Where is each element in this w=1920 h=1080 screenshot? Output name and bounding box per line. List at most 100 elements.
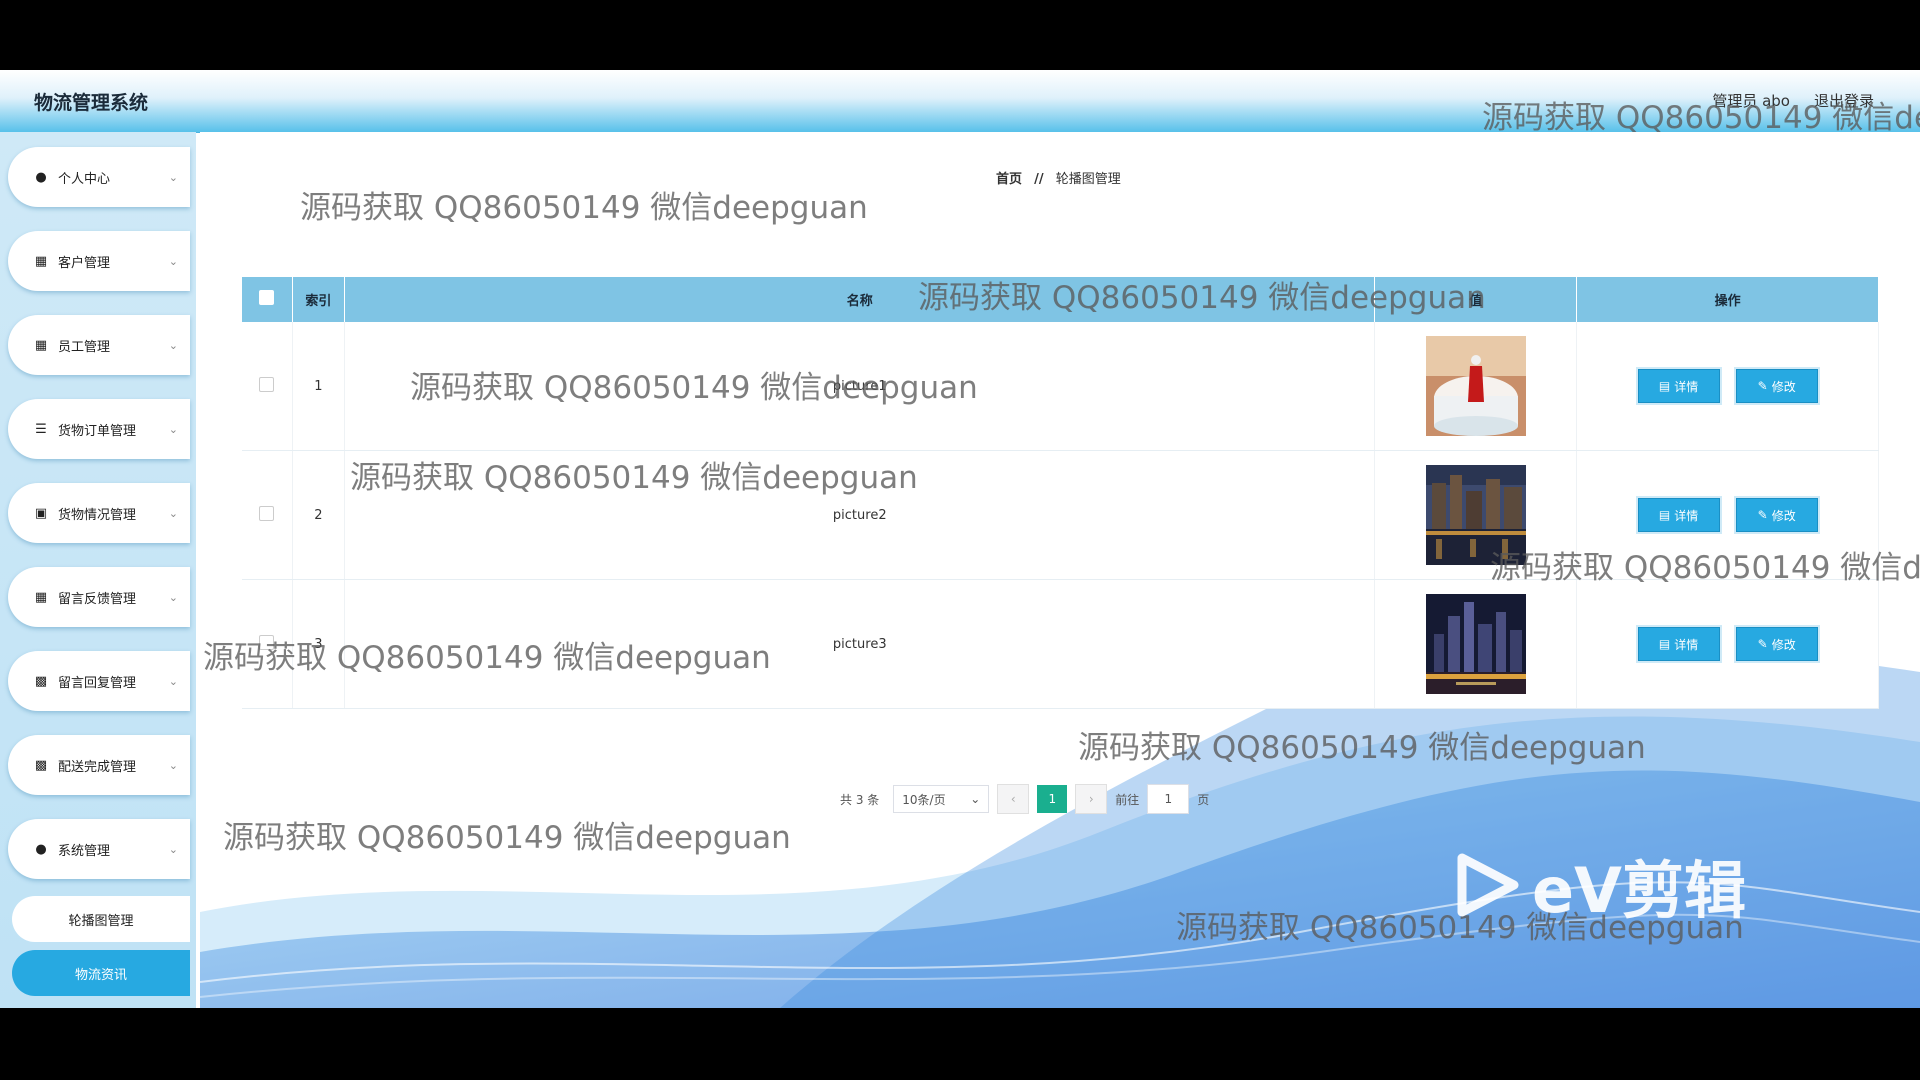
- sidebar-subitem-logistics-news[interactable]: 物流资讯: [12, 950, 190, 996]
- column-header-name: 名称: [344, 277, 1376, 322]
- row-index: 3: [292, 579, 346, 709]
- edit-button[interactable]: ✎ 修改: [1735, 498, 1818, 532]
- breadcrumb-home[interactable]: 首页: [996, 172, 1022, 187]
- edit-button[interactable]: ✎ 修改: [1735, 627, 1818, 661]
- sidebar-item-label: 货物订单管理: [58, 423, 137, 439]
- detail-button-label: 详情: [1674, 379, 1699, 394]
- detail-button-label: 详情: [1674, 508, 1699, 523]
- chevron-down-icon: ⌄: [970, 792, 981, 806]
- row-name: picture1: [344, 322, 1376, 451]
- sidebar-item-label: 配送完成管理: [58, 759, 137, 775]
- grid-icon: ▦: [34, 337, 48, 353]
- edit-button[interactable]: ✎ 修改: [1735, 369, 1818, 403]
- column-header-index: 索引: [292, 277, 346, 322]
- list-icon: ☰: [35, 421, 47, 437]
- chevron-down-icon: ⌄: [168, 254, 178, 268]
- row-actions: ▤ 详情 ✎ 修改: [1576, 579, 1879, 709]
- chevron-down-icon: ⌄: [168, 590, 178, 604]
- next-page-button[interactable]: ›: [1075, 784, 1108, 814]
- row-actions: ▤ 详情 ✎ 修改: [1576, 450, 1879, 580]
- pencil-icon: ✎: [1757, 637, 1768, 651]
- select-all-checkbox[interactable]: [259, 290, 275, 305]
- sidebar-item-label: 系统管理: [58, 843, 111, 859]
- sidebar: ● 个人中心 ⌄ ▦ 客户管理 ⌄ ▦ 员工管理 ⌄ ☰ 货物订单管理 ⌄ ▣ …: [0, 132, 196, 1008]
- clipboard-icon: ▩: [34, 757, 48, 773]
- sidebar-item-system[interactable]: ● 系统管理 ⌄: [8, 819, 190, 879]
- detail-button[interactable]: ▤ 详情: [1637, 498, 1720, 532]
- ev-editor-logo-text: eV剪辑: [1532, 854, 1747, 927]
- briefcase-icon: ▣: [34, 505, 48, 521]
- row-select-cell: [242, 579, 293, 709]
- logout-link[interactable]: 退出登录: [1814, 90, 1874, 111]
- page-size-value: 10条/页: [902, 792, 946, 807]
- page-number-current[interactable]: 1: [1037, 785, 1068, 813]
- user-label: 管理员 abo: [1712, 92, 1790, 110]
- table-row: 1 picture1 ▤ 详情 ✎ 修改: [242, 322, 1879, 451]
- user-info: 管理员 abo 退出登录: [1712, 90, 1874, 111]
- document-icon: ▤: [1658, 637, 1671, 651]
- app-title: 物流管理系统: [34, 92, 149, 114]
- pagination: 共 3 条 10条/页 ⌄ ‹ 1 › 前往 1 页: [840, 784, 1209, 814]
- prev-page-button[interactable]: ‹: [997, 784, 1030, 814]
- user-icon: ●: [35, 841, 47, 857]
- page-size-select[interactable]: 10条/页 ⌄: [893, 785, 990, 813]
- grid-icon: ▦: [34, 253, 48, 269]
- breadcrumb-separator: //: [1034, 172, 1044, 187]
- page-suffix: 页: [1197, 792, 1210, 807]
- row-actions: ▤ 详情 ✎ 修改: [1576, 322, 1879, 451]
- sidebar-item-label: 留言反馈管理: [58, 591, 137, 607]
- table-header-row: 索引 名称 值 操作: [242, 277, 1879, 322]
- detail-button-label: 详情: [1674, 637, 1699, 652]
- top-header: 物流管理系统 管理员 abo 退出登录: [0, 70, 1920, 133]
- ev-editor-logo: eV剪辑: [1452, 840, 1746, 930]
- sidebar-subitem-carousel[interactable]: 轮播图管理: [12, 896, 190, 942]
- sidebar-item-label: 货物情况管理: [58, 507, 137, 523]
- sidebar-item-goods-status[interactable]: ▣ 货物情况管理 ⌄: [8, 483, 190, 543]
- row-checkbox[interactable]: [259, 376, 275, 392]
- sidebar-item-delivery[interactable]: ▩ 配送完成管理 ⌄: [8, 735, 190, 795]
- chevron-down-icon: ⌄: [168, 674, 178, 688]
- sidebar-item-customer[interactable]: ▦ 客户管理 ⌄: [8, 231, 190, 291]
- row-value-cell: [1374, 450, 1578, 580]
- edit-button-label: 修改: [1771, 379, 1796, 394]
- goto-page-input[interactable]: 1: [1147, 784, 1190, 814]
- user-icon: ●: [35, 169, 47, 185]
- chevron-down-icon: ⌄: [168, 506, 178, 520]
- row-name: picture2: [344, 450, 1376, 580]
- table-row: 2 picture2 ▤ 详情 ✎ 修改: [242, 450, 1879, 580]
- chevron-down-icon: ⌄: [168, 422, 178, 436]
- sidebar-item-goods-order[interactable]: ☰ 货物订单管理 ⌄: [8, 399, 190, 459]
- chevron-down-icon: ⌄: [168, 842, 178, 856]
- skyline-night-photo: [1425, 594, 1526, 694]
- sidebar-item-label: 客户管理: [58, 255, 111, 271]
- carousel-table: 索引 名称 值 操作 1 picture1 ▤ 详情 ✎ 修改 2 pictur…: [242, 277, 1879, 709]
- row-checkbox[interactable]: [259, 505, 275, 521]
- sidebar-item-feedback[interactable]: ▦ 留言反馈管理 ⌄: [8, 567, 190, 627]
- row-checkbox[interactable]: [259, 634, 275, 650]
- sidebar-item-reply[interactable]: ▩ 留言回复管理 ⌄: [8, 651, 190, 711]
- select-all-cell: [242, 277, 293, 322]
- sidebar-item-label: 留言回复管理: [58, 675, 137, 691]
- row-index: 1: [292, 322, 346, 451]
- edit-button-label: 修改: [1771, 637, 1796, 652]
- document-icon: ▤: [1658, 379, 1671, 393]
- play-triangle-icon: [1457, 853, 1519, 917]
- chevron-left-icon: ‹: [1010, 792, 1016, 806]
- column-header-value: 值: [1374, 277, 1578, 322]
- detail-button[interactable]: ▤ 详情: [1637, 627, 1720, 661]
- chevron-down-icon: ⌄: [168, 338, 178, 352]
- edit-button-label: 修改: [1771, 508, 1796, 523]
- clipboard-icon: ▩: [34, 673, 48, 689]
- table-row: 3 picture3 ▤ 详情 ✎ 修改: [242, 579, 1879, 709]
- pencil-icon: ✎: [1757, 508, 1768, 522]
- chevron-right-icon: ›: [1088, 792, 1094, 806]
- goto-label: 前往: [1115, 792, 1140, 807]
- detail-button[interactable]: ▤ 详情: [1637, 369, 1720, 403]
- sidebar-item-personal-center[interactable]: ● 个人中心 ⌄: [8, 147, 190, 207]
- chevron-down-icon: ⌄: [168, 170, 178, 184]
- city-night-photo: [1425, 465, 1526, 565]
- sidebar-item-staff[interactable]: ▦ 员工管理 ⌄: [8, 315, 190, 375]
- pagination-total: 共 3 条: [840, 792, 880, 807]
- sidebar-item-label: 个人中心: [58, 171, 111, 187]
- document-icon: ▤: [1658, 508, 1671, 522]
